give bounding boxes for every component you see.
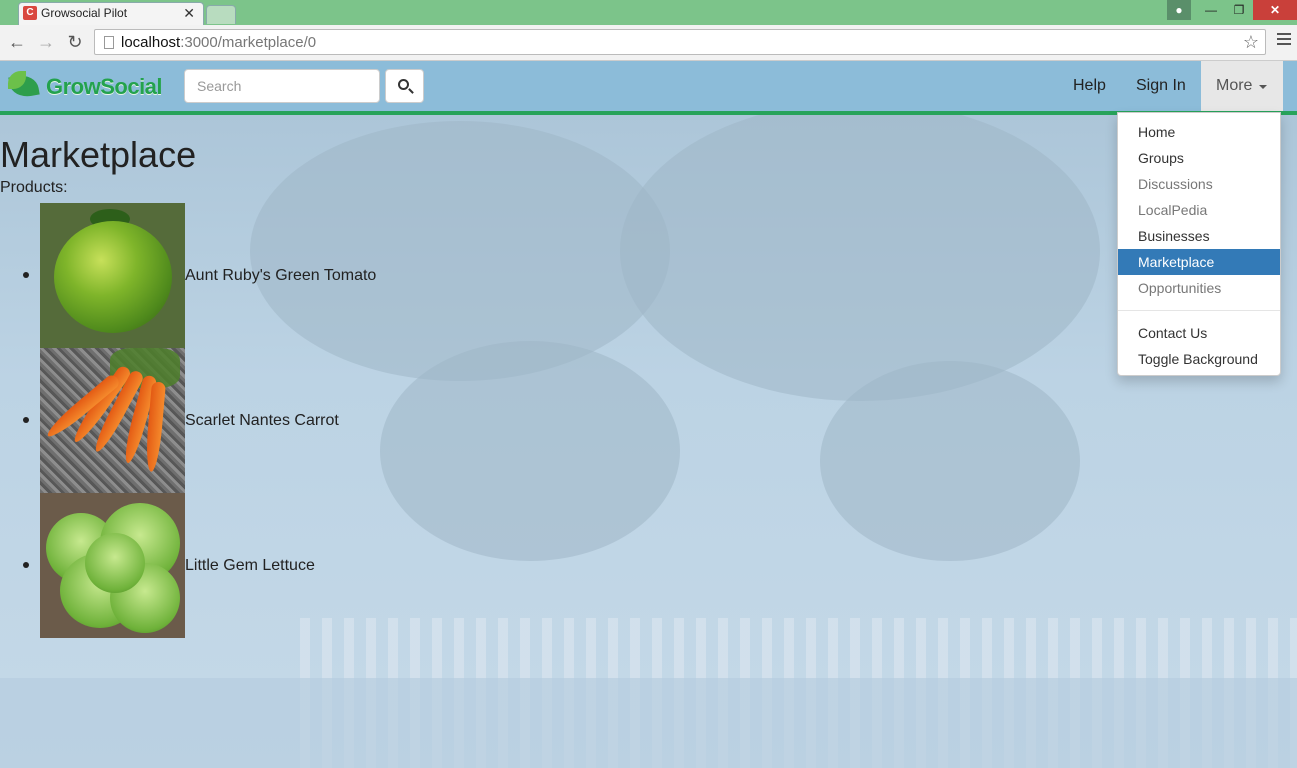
menu-divider — [1118, 310, 1280, 311]
sign-in-link[interactable]: Sign In — [1136, 77, 1186, 95]
brand-logo[interactable]: GrowSocial — [8, 71, 163, 103]
bullet-icon — [23, 417, 29, 423]
product-item-lettuce[interactable]: Little Gem Lettuce — [0, 493, 376, 638]
bullet-icon — [23, 562, 29, 568]
search-icon — [398, 79, 409, 90]
brand-name: GrowSocial — [46, 74, 163, 99]
product-list: Aunt Ruby's Green Tomato Scarlet Nantes … — [0, 203, 376, 638]
user-profile-icon[interactable]: ● — [1167, 0, 1191, 20]
menu-item-marketplace[interactable]: Marketplace — [1118, 249, 1280, 275]
menu-item-contact-us[interactable]: Contact Us — [1118, 320, 1280, 346]
tab-title: Growsocial Pilot — [41, 6, 128, 20]
main-content: Marketplace Products: Aunt Ruby's Green … — [0, 133, 376, 638]
caret-down-icon — [1259, 85, 1267, 89]
product-image-carrot[interactable] — [40, 348, 185, 493]
product-name[interactable]: Little Gem Lettuce — [185, 557, 315, 575]
product-image-lettuce[interactable] — [40, 493, 185, 638]
product-name[interactable]: Aunt Ruby's Green Tomato — [185, 267, 376, 285]
search-input[interactable] — [184, 69, 380, 103]
new-tab-button[interactable] — [206, 5, 236, 24]
back-arrow-icon[interactable]: ← — [6, 31, 28, 53]
search-button[interactable] — [385, 69, 424, 103]
leaf-logo-icon — [8, 71, 42, 103]
tab-close-icon[interactable]: ✕ — [183, 5, 195, 21]
product-name[interactable]: Scarlet Nantes Carrot — [185, 412, 339, 430]
window-controls: ● — ❐ ✕ — [1167, 0, 1297, 20]
url-host: localhost — [121, 34, 181, 51]
products-label: Products: — [0, 179, 68, 196]
bookmark-star-icon[interactable]: ☆ — [1243, 32, 1259, 53]
menu-item-home[interactable]: Home — [1118, 119, 1280, 145]
url-path: :3000/marketplace/0 — [180, 34, 317, 51]
site-navbar: GrowSocial Help Sign In More — [0, 61, 1297, 115]
bullet-icon — [23, 272, 29, 278]
more-label: More — [1216, 77, 1253, 94]
url-text: localhost:3000/marketplace/0 — [121, 34, 316, 51]
help-link[interactable]: Help — [1073, 77, 1106, 95]
product-item-carrot[interactable]: Scarlet Nantes Carrot — [0, 348, 376, 493]
reload-icon[interactable]: ↻ — [64, 31, 86, 53]
more-dropdown-toggle[interactable]: More — [1201, 61, 1283, 111]
more-dropdown-menu: Home Groups Discussions LocalPedia Busin… — [1117, 112, 1281, 376]
browser-toolbar: ← → ↻ localhost:3000/marketplace/0 ☆ — [0, 25, 1297, 61]
menu-item-discussions[interactable]: Discussions — [1118, 171, 1280, 197]
browser-tab[interactable]: C Growsocial Pilot ✕ — [18, 2, 204, 25]
product-item-tomato[interactable]: Aunt Ruby's Green Tomato — [0, 203, 376, 348]
menu-item-toggle-background[interactable]: Toggle Background — [1118, 346, 1280, 372]
page-viewport: GrowSocial Help Sign In More Marketplace… — [0, 61, 1297, 768]
page-icon — [104, 36, 114, 49]
menu-item-localpedia[interactable]: LocalPedia — [1118, 197, 1280, 223]
menu-item-groups[interactable]: Groups — [1118, 145, 1280, 171]
product-image-tomato[interactable] — [40, 203, 185, 348]
browser-menu-icon[interactable] — [1277, 33, 1291, 47]
menu-item-opportunities[interactable]: Opportunities — [1118, 275, 1280, 301]
address-bar[interactable]: localhost:3000/marketplace/0 ☆ — [94, 29, 1266, 55]
forward-arrow-icon[interactable]: → — [35, 31, 57, 53]
maximize-icon[interactable]: ❐ — [1225, 0, 1253, 20]
window-close-icon[interactable]: ✕ — [1253, 0, 1297, 20]
favicon-icon: C — [23, 6, 37, 20]
browser-tab-strip: C Growsocial Pilot ✕ ● — ❐ ✕ — [0, 0, 1297, 25]
menu-item-businesses[interactable]: Businesses — [1118, 223, 1280, 249]
page-title: Marketplace — [0, 134, 197, 175]
minimize-icon[interactable]: — — [1197, 0, 1225, 20]
